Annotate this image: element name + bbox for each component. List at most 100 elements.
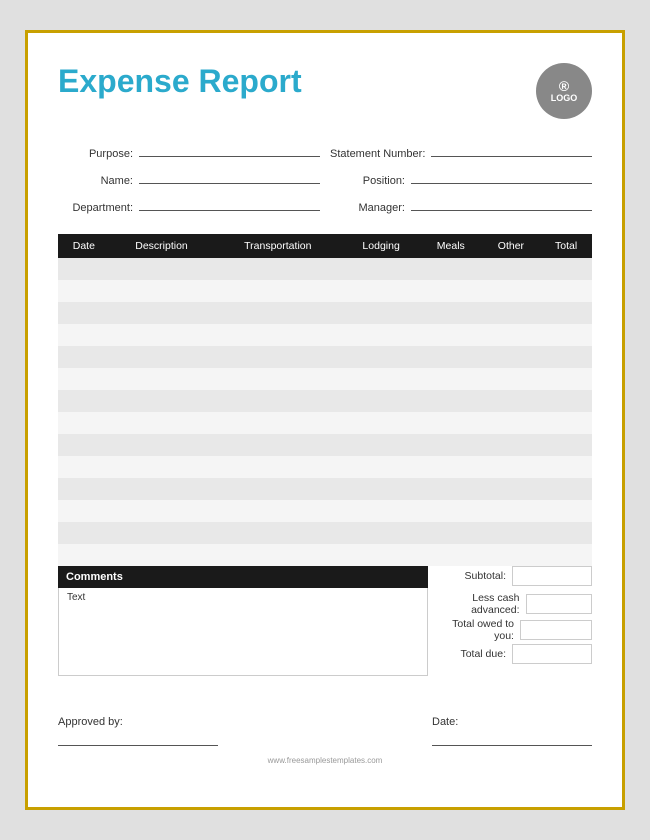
table-cell[interactable] (213, 390, 342, 412)
table-cell[interactable] (482, 412, 541, 434)
table-cell[interactable] (540, 544, 592, 566)
table-cell[interactable] (482, 478, 541, 500)
table-cell[interactable] (540, 302, 592, 324)
table-cell[interactable] (213, 368, 342, 390)
table-cell[interactable] (482, 280, 541, 302)
table-row[interactable] (58, 390, 592, 412)
table-cell[interactable] (213, 346, 342, 368)
table-cell[interactable] (540, 522, 592, 544)
table-row[interactable] (58, 522, 592, 544)
less-cash-input[interactable] (526, 594, 592, 614)
table-cell[interactable] (420, 346, 482, 368)
table-cell[interactable] (213, 456, 342, 478)
table-row[interactable] (58, 302, 592, 324)
table-row[interactable] (58, 280, 592, 302)
table-cell[interactable] (540, 258, 592, 280)
table-cell[interactable] (110, 280, 214, 302)
table-cell[interactable] (342, 280, 420, 302)
table-cell[interactable] (110, 478, 214, 500)
manager-input[interactable] (411, 195, 592, 211)
table-cell[interactable] (58, 324, 110, 346)
table-cell[interactable] (110, 500, 214, 522)
position-input[interactable] (411, 168, 592, 184)
table-cell[interactable] (58, 478, 110, 500)
table-cell[interactable] (58, 302, 110, 324)
table-cell[interactable] (58, 390, 110, 412)
table-cell[interactable] (213, 522, 342, 544)
table-cell[interactable] (540, 412, 592, 434)
table-cell[interactable] (540, 456, 592, 478)
department-input[interactable] (139, 195, 320, 211)
total-due-input[interactable] (512, 644, 592, 664)
table-cell[interactable] (213, 412, 342, 434)
table-cell[interactable] (420, 302, 482, 324)
table-cell[interactable] (342, 522, 420, 544)
table-row[interactable] (58, 346, 592, 368)
table-cell[interactable] (58, 280, 110, 302)
table-cell[interactable] (110, 456, 214, 478)
table-cell[interactable] (342, 412, 420, 434)
table-row[interactable] (58, 412, 592, 434)
table-cell[interactable] (342, 346, 420, 368)
table-cell[interactable] (342, 368, 420, 390)
table-cell[interactable] (540, 478, 592, 500)
table-cell[interactable] (540, 346, 592, 368)
purpose-input[interactable] (139, 141, 320, 157)
table-cell[interactable] (213, 544, 342, 566)
table-row[interactable] (58, 258, 592, 280)
table-cell[interactable] (540, 324, 592, 346)
table-cell[interactable] (482, 522, 541, 544)
table-cell[interactable] (213, 258, 342, 280)
table-cell[interactable] (540, 280, 592, 302)
table-cell[interactable] (213, 280, 342, 302)
table-cell[interactable] (420, 522, 482, 544)
table-cell[interactable] (58, 544, 110, 566)
table-cell[interactable] (110, 346, 214, 368)
table-cell[interactable] (58, 522, 110, 544)
table-cell[interactable] (482, 500, 541, 522)
subtotal-input[interactable] (512, 566, 592, 586)
table-cell[interactable] (342, 258, 420, 280)
table-cell[interactable] (58, 346, 110, 368)
table-cell[interactable] (110, 544, 214, 566)
table-cell[interactable] (213, 500, 342, 522)
table-cell[interactable] (540, 368, 592, 390)
table-cell[interactable] (420, 412, 482, 434)
table-cell[interactable] (342, 544, 420, 566)
table-cell[interactable] (540, 390, 592, 412)
table-cell[interactable] (110, 434, 214, 456)
table-cell[interactable] (420, 434, 482, 456)
table-cell[interactable] (342, 434, 420, 456)
table-cell[interactable] (342, 478, 420, 500)
table-cell[interactable] (420, 478, 482, 500)
table-cell[interactable] (482, 324, 541, 346)
table-cell[interactable] (342, 324, 420, 346)
table-cell[interactable] (342, 456, 420, 478)
table-cell[interactable] (420, 544, 482, 566)
table-cell[interactable] (110, 368, 214, 390)
table-cell[interactable] (420, 500, 482, 522)
table-row[interactable] (58, 324, 592, 346)
table-cell[interactable] (110, 324, 214, 346)
table-row[interactable] (58, 456, 592, 478)
comments-body[interactable]: Text (58, 588, 428, 676)
table-cell[interactable] (110, 258, 214, 280)
table-cell[interactable] (540, 500, 592, 522)
table-cell[interactable] (213, 478, 342, 500)
table-row[interactable] (58, 544, 592, 566)
table-cell[interactable] (540, 434, 592, 456)
table-cell[interactable] (420, 456, 482, 478)
table-row[interactable] (58, 434, 592, 456)
table-row[interactable] (58, 478, 592, 500)
table-cell[interactable] (110, 412, 214, 434)
table-cell[interactable] (58, 456, 110, 478)
table-cell[interactable] (58, 500, 110, 522)
table-cell[interactable] (58, 412, 110, 434)
table-cell[interactable] (58, 258, 110, 280)
table-cell[interactable] (482, 258, 541, 280)
table-cell[interactable] (420, 280, 482, 302)
table-cell[interactable] (110, 390, 214, 412)
table-cell[interactable] (482, 346, 541, 368)
table-row[interactable] (58, 368, 592, 390)
table-cell[interactable] (420, 368, 482, 390)
